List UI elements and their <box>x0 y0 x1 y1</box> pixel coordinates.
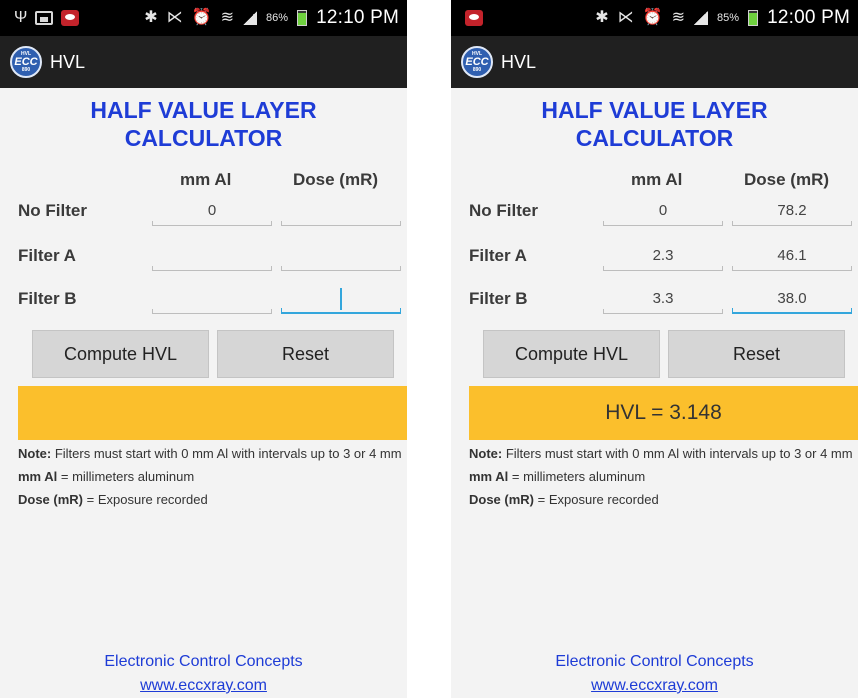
phone-screen-left: Ψ ✱ ⋉ ⏰ ≋ 86% 12:10 PM HVL ECC 890 HVL H… <box>0 0 407 698</box>
hvl-result-banner: HVL = 3.148 <box>469 386 858 440</box>
note-line: Note: Filters must start with 0 mm Al wi… <box>469 446 858 461</box>
note-line: Note: Filters must start with 0 mm Al wi… <box>18 446 407 461</box>
filter-a-mm-input[interactable] <box>152 243 272 271</box>
signal-icon <box>243 11 258 25</box>
no-filter-mm-input[interactable]: 0 <box>603 198 723 226</box>
ecc-logo[interactable]: HVL ECC 890 <box>461 46 493 78</box>
dose-definition: Dose (mR) = Exposure recorded <box>18 492 407 507</box>
filter-a-mm-input[interactable]: 2.3 <box>603 243 723 271</box>
row-label-filter-b: Filter B <box>18 289 77 308</box>
filter-b-mm-input[interactable]: 3.3 <box>603 286 723 314</box>
filter-b-dose-input[interactable]: 38.0 <box>732 286 852 314</box>
notes-section: Note: Filters must start with 0 mm Al wi… <box>18 446 407 515</box>
footer: Electronic Control Concepts www.eccxray.… <box>0 650 407 698</box>
wifi-icon: ≋ <box>220 9 235 26</box>
note-label: Note: <box>18 446 52 461</box>
dose-def-label: Dose (mR) <box>18 492 84 507</box>
compute-hvl-button[interactable]: Compute HVL <box>32 330 209 378</box>
mm-def-text: = millimeters aluminum <box>57 469 195 484</box>
reset-button[interactable]: Reset <box>668 330 845 378</box>
gallery-icon <box>35 11 54 25</box>
footer: Electronic Control Concepts www.eccxray.… <box>451 650 858 698</box>
website-link[interactable]: www.eccxray.com <box>0 674 407 698</box>
calculator-title-line1: HALF VALUE LAYER <box>90 97 317 123</box>
no-filter-dose-input[interactable]: 78.2 <box>732 198 852 226</box>
mute-icon: ⋉ <box>617 9 634 26</box>
compute-hvl-button[interactable]: Compute HVL <box>483 330 660 378</box>
app-title: HVL <box>501 51 537 72</box>
usb-icon: Ψ <box>14 9 28 26</box>
calculator-title-line1: HALF VALUE LAYER <box>541 97 768 123</box>
alarm-icon: ⏰ <box>642 9 663 26</box>
battery-icon <box>297 10 308 26</box>
status-time: 12:10 PM <box>316 7 399 28</box>
alarm-icon: ⏰ <box>191 9 212 26</box>
column-header-dose: Dose (mR) <box>293 170 379 189</box>
battery-percent: 86% <box>266 12 289 24</box>
row-label-filter-a: Filter A <box>18 246 76 265</box>
row-label-no-filter: No Filter <box>469 201 538 220</box>
calculator-title-line2: CALCULATOR <box>575 125 734 151</box>
action-bar: HVL ECC 890 HVL <box>451 36 858 88</box>
signal-icon <box>694 11 709 25</box>
logo-bottom-text: 890 <box>472 66 482 73</box>
logo-main-text: ECC <box>14 55 38 68</box>
text-cursor <box>340 288 342 310</box>
column-header-mm-al: mm Al <box>631 170 683 189</box>
calculator-title: HALF VALUE LAYER CALCULATOR <box>0 96 407 152</box>
logo-main-text: ECC <box>465 55 489 68</box>
dose-def-text: = Exposure recorded <box>83 492 208 507</box>
reset-button[interactable]: Reset <box>217 330 394 378</box>
app-title: HVL <box>50 51 86 72</box>
calculator-title-line2: CALCULATOR <box>124 125 283 151</box>
ecc-logo[interactable]: HVL ECC 890 <box>10 46 42 78</box>
dose-def-label: Dose (mR) <box>469 492 535 507</box>
dose-definition: Dose (mR) = Exposure recorded <box>469 492 858 507</box>
note-text: Filters must start with 0 mm Al with int… <box>502 446 853 461</box>
mm-definition: mm Al = millimeters aluminum <box>469 469 858 484</box>
filter-a-dose-input[interactable]: 46.1 <box>732 243 852 271</box>
status-bar: Ψ ✱ ⋉ ⏰ ≋ 86% 12:10 PM <box>0 0 407 36</box>
website-link[interactable]: www.eccxray.com <box>451 674 858 698</box>
bluetooth-icon: ✱ <box>144 9 158 26</box>
mm-definition: mm Al = millimeters aluminum <box>18 469 407 484</box>
battery-icon <box>748 10 759 26</box>
row-label-filter-a: Filter A <box>469 246 527 265</box>
hvl-result-banner <box>18 386 407 440</box>
app-notify-icon <box>465 10 483 26</box>
calculator-title: HALF VALUE LAYER CALCULATOR <box>451 96 858 152</box>
mm-def-label: mm Al <box>469 469 509 484</box>
logo-bottom-text: 890 <box>21 66 31 73</box>
phone-screen-right: ✱ ⋉ ⏰ ≋ 85% 12:00 PM HVL ECC 890 HVL HAL… <box>451 0 858 698</box>
status-time: 12:00 PM <box>767 7 850 28</box>
no-filter-mm-input[interactable]: 0 <box>152 198 272 226</box>
mm-def-label: mm Al <box>18 469 58 484</box>
row-label-filter-b: Filter B <box>469 289 528 308</box>
mute-icon: ⋉ <box>166 9 183 26</box>
note-text: Filters must start with 0 mm Al with int… <box>51 446 402 461</box>
company-name: Electronic Control Concepts <box>104 653 303 670</box>
wifi-icon: ≋ <box>671 9 686 26</box>
filter-b-mm-input[interactable] <box>152 286 272 314</box>
action-bar: HVL ECC 890 HVL <box>0 36 407 88</box>
filter-a-dose-input[interactable] <box>281 243 401 271</box>
app-notify-icon <box>61 10 80 26</box>
row-label-no-filter: No Filter <box>18 201 87 220</box>
battery-percent: 85% <box>717 12 740 24</box>
dose-def-text: = Exposure recorded <box>534 492 659 507</box>
column-header-dose: Dose (mR) <box>744 170 830 189</box>
notes-section: Note: Filters must start with 0 mm Al wi… <box>469 446 858 515</box>
company-name: Electronic Control Concepts <box>555 653 754 670</box>
no-filter-dose-input[interactable] <box>281 198 401 226</box>
mm-def-text: = millimeters aluminum <box>508 469 646 484</box>
note-label: Note: <box>469 446 503 461</box>
bluetooth-icon: ✱ <box>595 9 609 26</box>
column-header-mm-al: mm Al <box>180 170 232 189</box>
status-bar: ✱ ⋉ ⏰ ≋ 85% 12:00 PM <box>451 0 858 36</box>
